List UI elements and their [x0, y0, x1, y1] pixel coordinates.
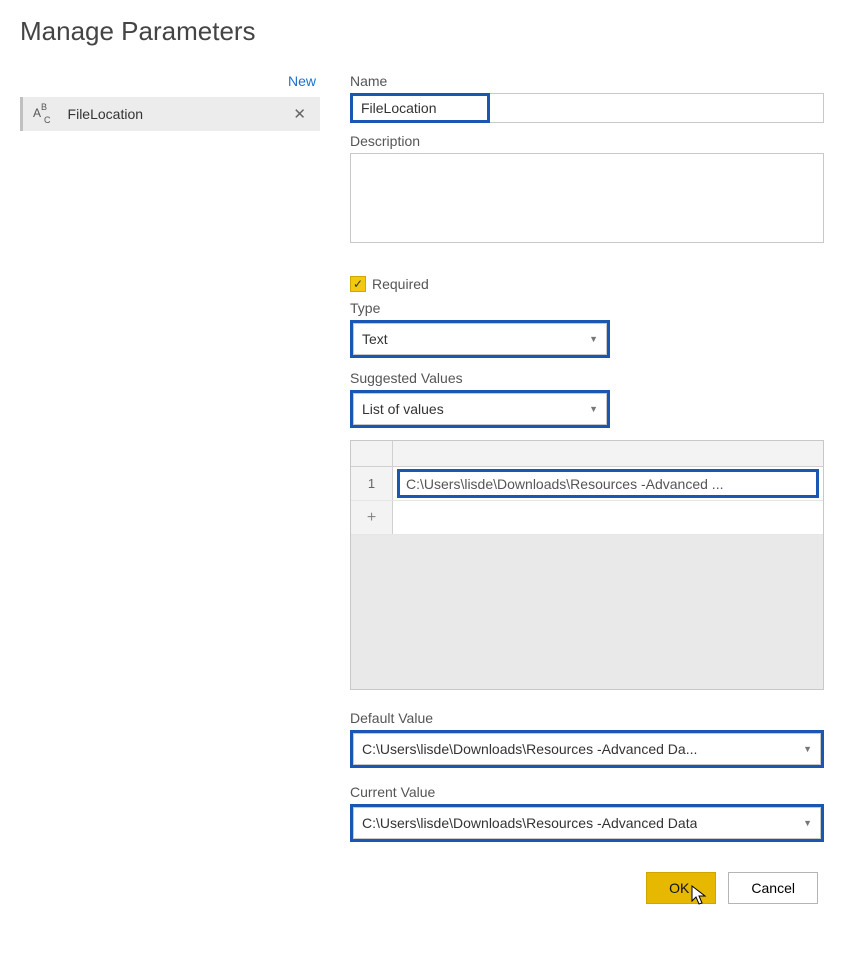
name-label: Name	[350, 73, 824, 89]
type-value: Text	[362, 331, 388, 347]
suggested-values-value: List of values	[362, 401, 444, 417]
suggested-values-label: Suggested Values	[350, 370, 824, 386]
grid-value-cell[interactable]: C:\Users\lisde\Downloads\Resources -Adva…	[397, 469, 819, 498]
current-value-text: C:\Users\lisde\Downloads\Resources -Adva…	[362, 815, 697, 831]
cursor-icon	[691, 885, 709, 907]
parameter-form: Name FileLocation Description ✓ Required…	[350, 67, 824, 842]
default-value-label: Default Value	[350, 710, 824, 726]
grid-corner	[351, 441, 393, 466]
suggested-values-select[interactable]: List of values ▼	[353, 393, 607, 425]
chevron-down-icon: ▼	[589, 404, 598, 414]
type-label: Type	[350, 300, 824, 316]
grid-row-number: 1	[351, 467, 393, 500]
description-input[interactable]	[350, 153, 824, 243]
grid-row[interactable]: 1 C:\Users\lisde\Downloads\Resources -Ad…	[351, 467, 823, 501]
description-label: Description	[350, 133, 824, 149]
grid-add-row[interactable]: +	[351, 501, 823, 535]
required-checkbox[interactable]: ✓	[350, 276, 366, 292]
parameter-list-item[interactable]: ABC FileLocation ✕	[20, 97, 320, 131]
ok-button[interactable]: OK	[646, 872, 716, 904]
parameter-item-label: FileLocation	[68, 106, 290, 122]
type-select[interactable]: Text ▼	[353, 323, 607, 355]
values-grid: 1 C:\Users\lisde\Downloads\Resources -Ad…	[350, 440, 824, 690]
ok-label: OK	[669, 880, 689, 896]
current-value-select[interactable]: C:\Users\lisde\Downloads\Resources -Adva…	[353, 807, 821, 839]
add-row-icon[interactable]: +	[351, 501, 393, 534]
parameter-sidebar: New ABC FileLocation ✕	[20, 67, 320, 842]
current-value-label: Current Value	[350, 784, 824, 800]
text-type-icon: ABC	[33, 105, 54, 122]
name-input[interactable]: FileLocation	[361, 100, 437, 116]
cancel-button[interactable]: Cancel	[728, 872, 818, 904]
required-label: Required	[372, 276, 429, 292]
chevron-down-icon: ▼	[589, 334, 598, 344]
new-parameter-link[interactable]: New	[20, 67, 320, 97]
dialog-footer: OK Cancel	[20, 872, 824, 904]
dialog-title: Manage Parameters	[20, 16, 824, 47]
grid-empty-cell	[393, 501, 823, 534]
default-value-text: C:\Users\lisde\Downloads\Resources -Adva…	[362, 741, 697, 757]
grid-header-cell	[393, 441, 823, 466]
chevron-down-icon: ▼	[803, 744, 812, 754]
chevron-down-icon: ▼	[803, 818, 812, 828]
delete-parameter-icon[interactable]: ✕	[289, 103, 310, 125]
default-value-select[interactable]: C:\Users\lisde\Downloads\Resources -Adva…	[353, 733, 821, 765]
